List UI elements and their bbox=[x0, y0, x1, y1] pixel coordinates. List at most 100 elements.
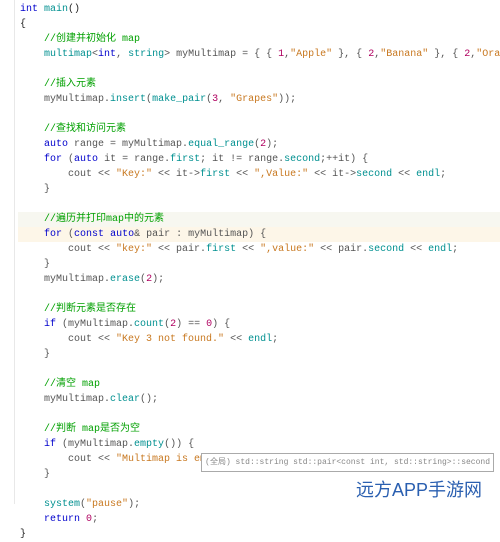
code-line[interactable]: } bbox=[18, 347, 500, 362]
code-line[interactable]: if (myMultimap.count(2) == 0) { bbox=[18, 317, 500, 332]
code-token bbox=[20, 499, 44, 510]
code-token bbox=[20, 364, 26, 375]
code-token: int bbox=[20, 4, 44, 15]
code-line[interactable] bbox=[18, 362, 500, 377]
code-token: for bbox=[44, 229, 62, 240]
code-token: ); bbox=[266, 139, 278, 150]
code-token: //清空 map bbox=[44, 379, 100, 390]
code-token: myMultimap. bbox=[44, 394, 110, 405]
code-token: second bbox=[356, 169, 392, 180]
code-line[interactable]: multimap<int, string> myMultimap = { { 1… bbox=[18, 47, 500, 62]
code-token: //创建并初始化 map bbox=[44, 34, 140, 45]
code-token: cout << bbox=[68, 334, 116, 345]
code-line[interactable]: //判断 map是否为空 bbox=[18, 422, 500, 437]
code-token bbox=[20, 199, 26, 210]
code-token: (myMultimap. bbox=[56, 319, 134, 330]
code-token: //插入元素 bbox=[44, 79, 96, 90]
code-token: return bbox=[44, 514, 80, 525]
code-token: << bbox=[236, 244, 260, 255]
code-token: << it-> bbox=[308, 169, 356, 180]
code-token: if bbox=[44, 439, 56, 450]
code-token bbox=[20, 274, 44, 285]
code-token: "Key 3 not found." bbox=[116, 334, 224, 345]
code-token: }, { bbox=[428, 49, 464, 60]
code-line[interactable]: //插入元素 bbox=[18, 77, 500, 92]
code-line[interactable]: //判断元素是否存在 bbox=[18, 302, 500, 317]
code-token: ",value:" bbox=[260, 244, 314, 255]
code-line[interactable]: cout << "Key 3 not found." << endl; bbox=[18, 332, 500, 347]
code-token: count bbox=[134, 319, 164, 330]
code-line[interactable]: myMultimap.insert(make_pair(3, "Grapes")… bbox=[18, 92, 500, 107]
code-line[interactable]: if (myMultimap.empty()) { bbox=[18, 437, 500, 452]
code-token bbox=[20, 34, 44, 45]
code-line[interactable]: return 0; bbox=[18, 512, 500, 527]
code-token: auto bbox=[44, 139, 68, 150]
code-line[interactable]: } bbox=[18, 182, 500, 197]
code-token: & pair : myMultimap) { bbox=[134, 229, 266, 240]
code-line[interactable]: for (auto it = range.first; it != range.… bbox=[18, 152, 500, 167]
code-token: ( bbox=[62, 154, 74, 165]
code-token bbox=[20, 79, 44, 90]
code-token bbox=[20, 49, 44, 60]
code-token bbox=[20, 289, 26, 300]
code-line[interactable]: cout << "Key:" << it->first << ",Value:"… bbox=[18, 167, 500, 182]
code-token: ) { bbox=[212, 319, 230, 330]
code-token: clear bbox=[110, 394, 140, 405]
code-token: cout << bbox=[68, 169, 116, 180]
code-line[interactable]: } bbox=[18, 527, 500, 542]
code-token: , bbox=[218, 94, 230, 105]
gutter bbox=[0, 0, 15, 504]
code-token: )); bbox=[278, 94, 296, 105]
code-token: "Orange" bbox=[476, 49, 500, 60]
code-token bbox=[20, 304, 44, 315]
code-token: "Apple" bbox=[290, 49, 332, 60]
code-line[interactable]: auto range = myMultimap.equal_range(2); bbox=[18, 137, 500, 152]
code-token: auto bbox=[110, 229, 134, 240]
code-line[interactable]: int main() bbox=[18, 2, 500, 17]
intellisense-tooltip: (全局) std::string std::pair<const int, st… bbox=[201, 453, 494, 472]
code-token: << pair. bbox=[152, 244, 206, 255]
code-line[interactable]: } bbox=[18, 257, 500, 272]
code-token: auto bbox=[74, 154, 98, 165]
code-line[interactable]: myMultimap.clear(); bbox=[18, 392, 500, 407]
code-token bbox=[20, 334, 68, 345]
code-line[interactable] bbox=[18, 107, 500, 122]
code-token: endl bbox=[416, 169, 440, 180]
code-token: first bbox=[200, 169, 230, 180]
code-token: ; bbox=[452, 244, 458, 255]
code-line[interactable] bbox=[18, 62, 500, 77]
code-token: } bbox=[20, 529, 26, 540]
code-line[interactable]: cout << "key:" << pair.first << ",value:… bbox=[18, 242, 500, 257]
code-token bbox=[20, 244, 68, 255]
code-token: } bbox=[20, 184, 50, 195]
code-token bbox=[20, 379, 44, 390]
code-line[interactable]: myMultimap.erase(2); bbox=[18, 272, 500, 287]
code-token: << bbox=[224, 334, 248, 345]
code-line[interactable]: //查找和访问元素 bbox=[18, 122, 500, 137]
code-token bbox=[20, 64, 26, 75]
code-token: ) == bbox=[176, 319, 206, 330]
code-token bbox=[20, 424, 44, 435]
code-line[interactable]: //遍历并打印map中的元素 bbox=[18, 212, 500, 227]
code-token: erase bbox=[110, 274, 140, 285]
code-token: main bbox=[44, 4, 68, 15]
code-token: ); bbox=[152, 274, 164, 285]
code-line[interactable]: for (const auto& pair : myMultimap) { bbox=[18, 227, 500, 242]
code-token: range = myMultimap. bbox=[68, 139, 188, 150]
code-token bbox=[20, 154, 44, 165]
code-line[interactable]: //创建并初始化 map bbox=[18, 32, 500, 47]
code-line[interactable]: { bbox=[18, 17, 500, 32]
code-line[interactable]: //清空 map bbox=[18, 377, 500, 392]
code-token: ",Value:" bbox=[254, 169, 308, 180]
code-token bbox=[20, 214, 44, 225]
code-token: myMultimap. bbox=[44, 94, 110, 105]
code-token: endl bbox=[428, 244, 452, 255]
code-token: if bbox=[44, 319, 56, 330]
code-line[interactable] bbox=[18, 287, 500, 302]
code-line[interactable] bbox=[18, 407, 500, 422]
code-line[interactable] bbox=[18, 197, 500, 212]
code-token bbox=[20, 229, 44, 240]
code-token: } bbox=[20, 349, 50, 360]
code-token: system bbox=[44, 499, 80, 510]
code-token: "Banana" bbox=[380, 49, 428, 60]
